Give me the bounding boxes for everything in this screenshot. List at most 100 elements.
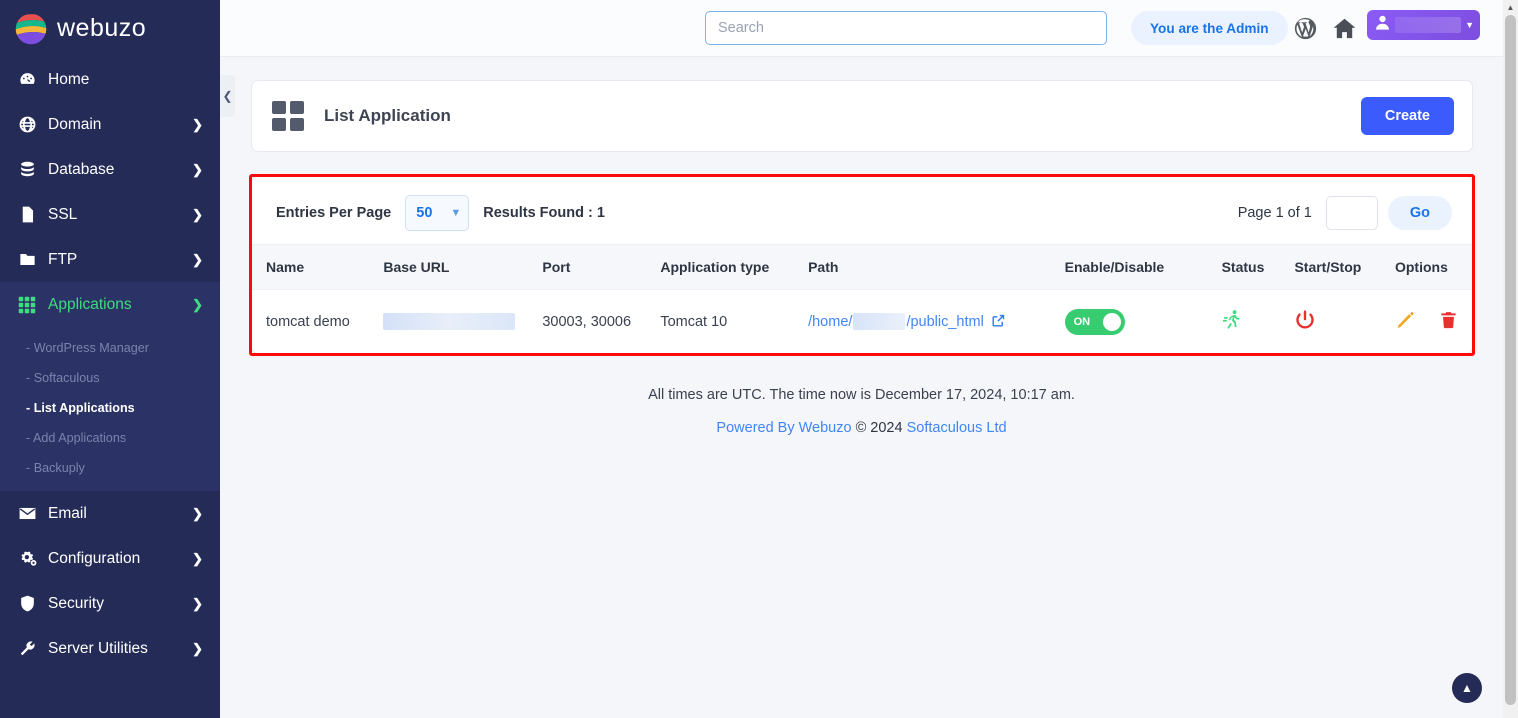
dashboard-icon bbox=[18, 70, 44, 89]
admin-badge-label: You are the Admin bbox=[1150, 20, 1269, 36]
sidebar-item-server-utilities[interactable]: Server Utilities ❯ bbox=[0, 626, 220, 671]
applications-table-card: Entries Per Page 50 ▼ Results Found : 1 … bbox=[249, 174, 1475, 356]
sidebar-item-label: Domain bbox=[48, 115, 102, 133]
sidebar-item-label: Database bbox=[48, 160, 115, 178]
brand-logo[interactable]: webuzo bbox=[0, 0, 220, 57]
submenu-item-add-applications[interactable]: - Add Applications bbox=[0, 423, 220, 453]
sidebar-item-label: Security bbox=[48, 594, 104, 612]
chevron-right-icon: ❯ bbox=[192, 116, 203, 132]
submenu-item-list-applications[interactable]: - List Applications bbox=[0, 393, 220, 423]
database-icon bbox=[18, 160, 44, 179]
user-menu-button[interactable]: ▼ bbox=[1367, 10, 1480, 40]
sidebar-item-applications[interactable]: Applications ❯ bbox=[0, 282, 220, 327]
entries-per-page-select[interactable]: 50 bbox=[405, 195, 470, 231]
sidebar-item-configuration[interactable]: Configuration ❯ bbox=[0, 536, 220, 581]
cell-options bbox=[1395, 290, 1472, 354]
wordpress-icon[interactable] bbox=[1293, 16, 1318, 46]
main-content: List Application Create Entries Per Page… bbox=[220, 57, 1503, 718]
pagination: Page 1 of 1 Go bbox=[1238, 196, 1452, 230]
grid-icon bbox=[18, 296, 44, 314]
path-link[interactable]: /home/ /public_html bbox=[808, 313, 984, 331]
table-row: tomcat demo 30003, 30006 Tomcat 10 /home… bbox=[252, 290, 1472, 354]
go-button[interactable]: Go bbox=[1387, 196, 1452, 230]
running-person-icon[interactable] bbox=[1222, 308, 1243, 335]
footer-time: All times are UTC. The time now is Decem… bbox=[648, 387, 1075, 403]
column-header-enable-disable: Enable/Disable bbox=[1064, 244, 1222, 290]
sidebar-item-email[interactable]: Email ❯ bbox=[0, 491, 220, 536]
admin-badge[interactable]: You are the Admin bbox=[1131, 11, 1288, 45]
sidebar-collapse-button[interactable]: ❮ bbox=[220, 75, 235, 117]
file-icon bbox=[18, 205, 44, 224]
sidebar-item-label: Applications bbox=[48, 295, 132, 313]
scrollbar-up-arrow-icon[interactable]: ▲ bbox=[1503, 0, 1518, 15]
cell-base-url bbox=[383, 290, 542, 354]
top-header: You are the Admin ▼ bbox=[220, 0, 1503, 57]
cell-name: tomcat demo bbox=[266, 313, 350, 330]
chevron-right-icon: ❯ bbox=[192, 550, 203, 566]
table-body: tomcat demo 30003, 30006 Tomcat 10 /home… bbox=[252, 290, 1472, 354]
cell-port: 30003, 30006 bbox=[542, 313, 632, 330]
sidebar-item-label: Home bbox=[48, 70, 90, 88]
webuzo-link[interactable]: Powered By Webuzo bbox=[716, 420, 851, 436]
wrench-icon bbox=[18, 639, 44, 658]
submenu-item-softaculous[interactable]: - Softaculous bbox=[0, 363, 220, 393]
grid-icon bbox=[272, 101, 304, 131]
base-url-redacted bbox=[383, 313, 516, 330]
table-header-row: Name Base URL Port Application type Path… bbox=[252, 244, 1472, 290]
path-username-redacted bbox=[853, 313, 906, 331]
column-header-application-type: Application type bbox=[660, 244, 809, 290]
pencil-icon[interactable] bbox=[1395, 310, 1415, 334]
envelope-icon bbox=[18, 504, 44, 523]
sidebar-item-domain[interactable]: Domain ❯ bbox=[0, 102, 220, 147]
chevron-down-icon: ▼ bbox=[1465, 20, 1474, 30]
sidebar-item-label: Configuration bbox=[48, 549, 141, 567]
entries-per-page-select-wrap: 50 ▼ bbox=[391, 195, 483, 231]
cell-status bbox=[1222, 290, 1295, 354]
create-button[interactable]: Create bbox=[1360, 97, 1454, 135]
path-prefix: /home/ bbox=[808, 313, 853, 330]
sidebar-item-label: FTP bbox=[48, 250, 78, 268]
applications-table: Name Base URL Port Application type Path… bbox=[252, 244, 1472, 353]
path-suffix: /public_html bbox=[906, 313, 984, 330]
scrollbar-thumb[interactable] bbox=[1505, 15, 1516, 705]
external-link-icon[interactable] bbox=[988, 314, 1006, 330]
gears-icon bbox=[18, 549, 44, 568]
footer-copyright: © 2024 bbox=[851, 420, 907, 436]
user-name-redacted bbox=[1395, 17, 1462, 33]
panel-header: List Application Create bbox=[251, 80, 1473, 152]
sidebar-item-ssl[interactable]: SSL ❯ bbox=[0, 192, 220, 237]
sidebar-item-ftp[interactable]: FTP ❯ bbox=[0, 237, 220, 282]
column-header-start-stop: Start/Stop bbox=[1294, 244, 1395, 290]
chevron-left-icon: ❮ bbox=[222, 89, 233, 103]
browser-scrollbar[interactable]: ▲ bbox=[1503, 0, 1518, 718]
page-number-input[interactable] bbox=[1325, 196, 1378, 230]
table-controls: Entries Per Page 50 ▼ Results Found : 1 … bbox=[252, 177, 1472, 244]
enable-toggle[interactable]: ON bbox=[1064, 308, 1125, 335]
home-icon[interactable] bbox=[1332, 16, 1357, 46]
power-icon[interactable] bbox=[1294, 309, 1316, 335]
submenu-item-backuply[interactable]: - Backuply bbox=[0, 453, 220, 483]
cell-path: /home/ /public_html bbox=[808, 290, 1065, 354]
softaculous-link[interactable]: Softaculous Ltd bbox=[907, 420, 1007, 436]
user-icon bbox=[1373, 13, 1392, 37]
submenu-item-wordpress-manager[interactable]: - WordPress Manager bbox=[0, 333, 220, 363]
folder-icon bbox=[18, 250, 44, 269]
column-header-status: Status bbox=[1221, 244, 1295, 290]
sidebar: webuzo Home Domain ❯ Database ❯ SSL ❯ FT… bbox=[0, 0, 220, 718]
webuzo-globe-logo bbox=[15, 13, 47, 44]
sidebar-item-database[interactable]: Database ❯ bbox=[0, 147, 220, 192]
sidebar-item-home[interactable]: Home bbox=[0, 57, 220, 102]
sidebar-item-label: SSL bbox=[48, 205, 78, 223]
toggle-knob bbox=[1102, 312, 1121, 331]
cell-application-type: Tomcat 10 bbox=[660, 313, 728, 330]
sidebar-item-security[interactable]: Security ❯ bbox=[0, 581, 220, 626]
chevron-right-icon: ❯ bbox=[192, 251, 203, 267]
sidebar-item-label: Server Utilities bbox=[48, 639, 148, 657]
chevron-right-icon: ❯ bbox=[192, 505, 203, 521]
search-input[interactable] bbox=[705, 11, 1107, 45]
scroll-to-top-button[interactable]: ▲ bbox=[1452, 673, 1482, 703]
trash-icon[interactable] bbox=[1439, 310, 1458, 334]
column-header-path: Path bbox=[808, 244, 1065, 290]
cell-enable-disable: ON bbox=[1064, 290, 1222, 354]
toggle-label: ON bbox=[1073, 315, 1091, 328]
